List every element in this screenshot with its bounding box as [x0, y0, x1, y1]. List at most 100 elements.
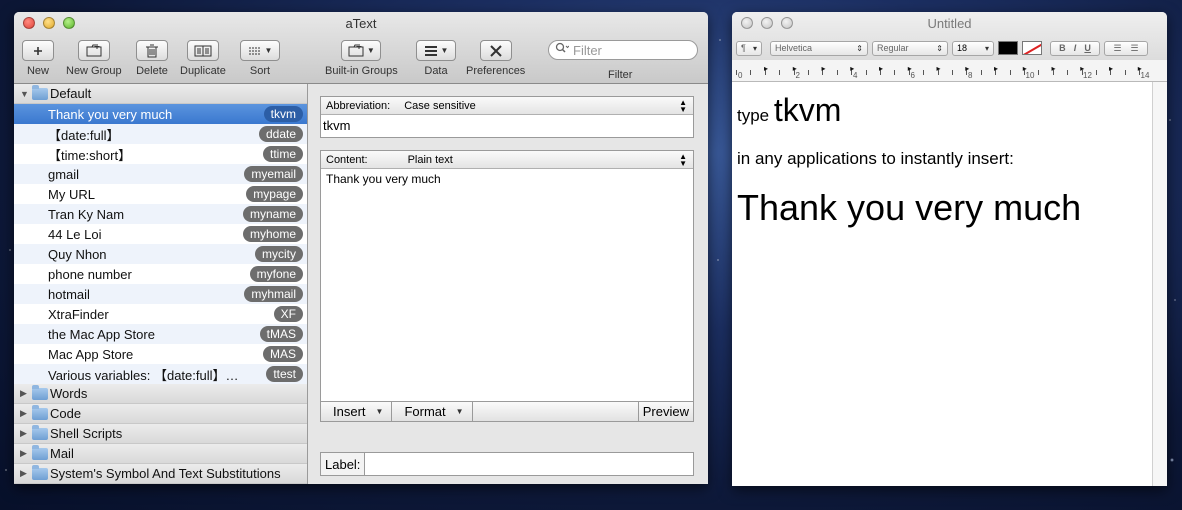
folder-icon	[32, 384, 48, 400]
folder-icon	[32, 424, 48, 440]
disclosure-closed-icon[interactable]: ▶	[20, 448, 32, 459]
snippet-row[interactable]: 44 Le Loi myhome	[14, 224, 307, 244]
snippet-name: 44 Le Loi	[48, 226, 102, 242]
label-input[interactable]	[365, 453, 693, 475]
group-row[interactable]: ▶ System's Symbol And Text Substitutions	[14, 464, 307, 484]
font-style-value: Regular	[877, 43, 909, 53]
ruler[interactable]: 0 2 4 6 8 10 12 14 ▸ ▸ ▸ ▸ ▸ ▸ ▸ ▸ ▸ ▸ ▸ ▸ ▸ ▸	[732, 60, 1167, 82]
snippet-row[interactable]: the Mac App Store tMAS	[14, 324, 307, 344]
preview-button[interactable]: Preview	[639, 402, 693, 421]
tab-stop-icon[interactable]: ▸	[879, 64, 883, 73]
abbreviation-badge: tMAS	[259, 326, 303, 342]
font-size-field[interactable]: 18 ▾	[952, 40, 994, 56]
group-default[interactable]: ▼ Default	[14, 84, 307, 104]
filter-input[interactable]	[573, 42, 693, 58]
atext-window: aText New New Group Delete Duplicate ▼ S…	[14, 12, 708, 484]
font-style-select[interactable]: Regular ⇕	[872, 40, 948, 56]
textedit-window: Untitled ¶ ▾ Helvetica ⇕ Regular ⇕ 18 ▾ B I …	[732, 12, 1167, 486]
tab-stop-icon[interactable]: ▸	[994, 64, 998, 73]
snippet-row[interactable]: XtraFinder XF	[14, 304, 307, 324]
background-color-swatch[interactable]	[1022, 41, 1042, 55]
snippet-row[interactable]: Thank you very much tkvm	[14, 104, 307, 124]
group-row[interactable]: ▶ Code	[14, 404, 307, 424]
snippet-row[interactable]: phone number myfone	[14, 264, 307, 284]
snippet-row[interactable]: 【time:short】 ttime	[14, 144, 307, 164]
tab-stop-icon[interactable]: ▸	[908, 64, 912, 73]
folder-icon	[32, 464, 48, 480]
tab-stop-icon[interactable]: ▸	[822, 64, 826, 73]
abbreviation-field[interactable]: tkvm	[321, 115, 693, 137]
tab-stop-icon[interactable]: ▸	[1052, 64, 1056, 73]
snippet-name: hotmail	[48, 286, 90, 302]
italic-button[interactable]: I	[1074, 43, 1077, 53]
disclosure-closed-icon[interactable]: ▶	[20, 408, 32, 419]
content-label: Content:	[326, 153, 368, 166]
disclosure-closed-icon[interactable]: ▶	[20, 428, 32, 439]
font-family-select[interactable]: Helvetica ⇕	[770, 40, 868, 56]
abbreviation-badge: myhmail	[244, 286, 303, 302]
abbreviation-panel: Abbreviation: Case sensitive ▲ ▼ tkvm	[320, 96, 694, 138]
data-icon: ▼	[416, 40, 456, 61]
document-body[interactable]: type tkvm in any applications to instant…	[737, 92, 1149, 486]
tab-stop-icon[interactable]: ▸	[1138, 64, 1142, 73]
align-center-icon[interactable]: ☰	[1130, 43, 1138, 54]
snippet-row[interactable]: Various variables: 【date:full】… ttest	[14, 364, 307, 384]
tab-stop-icon[interactable]: ▸	[1080, 64, 1084, 73]
snippet-name: My URL	[48, 186, 95, 202]
underline-button[interactable]: U	[1084, 43, 1091, 53]
group-row[interactable]: ▶ Words	[14, 384, 307, 404]
vertical-scrollbar[interactable]	[1152, 82, 1167, 486]
duplicate-button[interactable]: Duplicate	[180, 40, 226, 77]
abbreviation-mode-select[interactable]: Case sensitive	[404, 100, 476, 112]
chevron-down-icon: ▼	[375, 407, 384, 416]
abbreviation-badge: MAS	[262, 346, 303, 362]
abbreviation-badge: XF	[273, 306, 303, 322]
snippet-row[interactable]: hotmail myhmail	[14, 284, 307, 304]
align-left-icon[interactable]: ☰	[1113, 43, 1121, 54]
tab-stop-icon[interactable]: ▸	[937, 64, 941, 73]
tools-icon	[479, 40, 512, 61]
filter-field[interactable]	[548, 40, 698, 60]
disclosure-closed-icon[interactable]: ▶	[20, 388, 32, 399]
snippet-row[interactable]: Quy Nhon mycity	[14, 244, 307, 264]
content-mode-select[interactable]: Plain text	[408, 154, 453, 166]
snippet-row[interactable]: Tran Ky Nam myname	[14, 204, 307, 224]
snippet-row[interactable]: gmail myemail	[14, 164, 307, 184]
preferences-button[interactable]: Preferences	[466, 40, 525, 77]
snippet-row[interactable]: My URL mypage	[14, 184, 307, 204]
snippet-editor: Abbreviation: Case sensitive ▲ ▼ tkvm Con…	[320, 96, 694, 476]
tab-stop-icon[interactable]: ▸	[1023, 64, 1027, 73]
disclosure-closed-icon[interactable]: ▶	[20, 468, 32, 479]
sort-button[interactable]: ▼ Sort	[240, 40, 280, 77]
new-button[interactable]: New	[22, 40, 54, 77]
snippet-row[interactable]: 【date:full】 ddate	[14, 124, 307, 144]
content-header: Content: Plain text ▲ ▼	[321, 151, 693, 169]
duplicate-label: Duplicate	[180, 65, 226, 77]
data-button[interactable]: ▼ Data	[416, 40, 456, 77]
new-group-button[interactable]: New Group	[66, 40, 122, 77]
tab-stop-icon[interactable]: ▸	[764, 64, 768, 73]
snippet-name: Thank you very much	[48, 106, 173, 122]
paragraph-menu[interactable]: ¶ ▾	[736, 40, 762, 56]
bold-button[interactable]: B	[1059, 43, 1066, 53]
content-textarea[interactable]: Thank you very much	[321, 169, 693, 401]
text-color-swatch[interactable]	[998, 41, 1018, 55]
tab-stop-icon[interactable]: ▸	[965, 64, 969, 73]
group-row[interactable]: ▶ Shell Scripts	[14, 424, 307, 444]
tab-stop-icon[interactable]: ▸	[850, 64, 854, 73]
group-row[interactable]: ▶ Mail	[14, 444, 307, 464]
format-menu[interactable]: Format ▼	[392, 402, 473, 421]
builtin-groups-button[interactable]: ▼ Built-in Groups	[325, 40, 398, 77]
tab-stop-icon[interactable]: ▸	[793, 64, 797, 73]
abbreviation-badge: myhome	[242, 226, 303, 242]
insert-menu[interactable]: Insert ▼	[321, 402, 393, 421]
group-label: Mail	[50, 446, 74, 461]
format-bar: ¶ ▾ Helvetica ⇕ Regular ⇕ 18 ▾ B I U ☰ ☰	[736, 40, 1163, 56]
snippet-row[interactable]: Mac App Store MAS	[14, 344, 307, 364]
snippet-sidebar: ▼ Default Thank you very much tkvm 【date:f…	[14, 84, 308, 484]
sort-label: Sort	[249, 65, 271, 77]
new-label: New	[26, 65, 49, 77]
delete-button[interactable]: Delete	[136, 40, 168, 77]
tab-stop-icon[interactable]: ▸	[1109, 64, 1113, 73]
disclosure-open-icon[interactable]: ▼	[20, 89, 32, 99]
